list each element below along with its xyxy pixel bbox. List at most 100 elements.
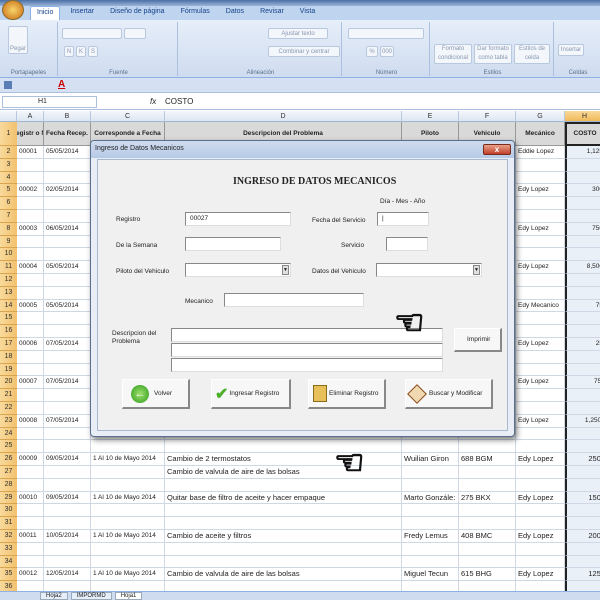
- cell-c-value[interactable]: 1 Al 10 de Mayo 2014: [91, 530, 165, 543]
- cell-g-value[interactable]: Edy Lopez: [516, 376, 565, 389]
- cell-h-value[interactable]: 750: [565, 223, 600, 236]
- cell[interactable]: [516, 286, 565, 300]
- cell-a-value[interactable]: 00002: [17, 184, 44, 197]
- tab-inicio[interactable]: Inicio: [30, 6, 61, 20]
- formula-input[interactable]: COSTO: [165, 97, 193, 106]
- tab-formulas[interactable]: Fórmulas: [175, 6, 216, 20]
- percent-button[interactable]: %: [366, 46, 378, 57]
- cell[interactable]: [565, 158, 600, 172]
- cell-b-value[interactable]: 06/05/2014: [44, 223, 91, 236]
- volver-button[interactable]: ← Volver: [122, 379, 190, 409]
- row-header[interactable]: 21: [0, 389, 17, 402]
- cell[interactable]: [44, 312, 91, 326]
- cell-c-value[interactable]: 1 Al 10 de Mayo 2014: [91, 492, 165, 505]
- cell-f-value[interactable]: 408 BMC: [459, 530, 516, 543]
- cell[interactable]: [565, 286, 600, 300]
- cell[interactable]: [17, 210, 44, 223]
- row-header[interactable]: 2: [0, 146, 17, 159]
- cell[interactable]: [402, 466, 459, 479]
- cell[interactable]: [17, 235, 44, 249]
- cell[interactable]: [516, 350, 565, 364]
- cell-g-value[interactable]: Edy Lopez: [516, 568, 565, 581]
- cell[interactable]: [516, 363, 565, 377]
- row-header[interactable]: 31: [0, 517, 17, 530]
- cell[interactable]: [402, 517, 459, 530]
- cell[interactable]: [516, 248, 565, 262]
- cell[interactable]: [165, 478, 402, 492]
- cell[interactable]: [17, 325, 44, 338]
- row-header[interactable]: 30: [0, 504, 17, 518]
- cell-f-value[interactable]: 688 BGM: [459, 453, 516, 466]
- column-header-a[interactable]: A: [17, 111, 44, 122]
- cell[interactable]: [459, 478, 516, 492]
- cell-a-value[interactable]: 00007: [17, 376, 44, 389]
- row-header[interactable]: 3: [0, 158, 17, 172]
- cell[interactable]: [565, 542, 600, 556]
- cell-e-value[interactable]: Marto Gonzále:: [402, 492, 459, 505]
- registro-input[interactable]: 00027: [185, 212, 291, 226]
- cell-a-value[interactable]: 00006: [17, 338, 44, 351]
- cell[interactable]: [459, 440, 516, 454]
- cell[interactable]: [459, 555, 516, 569]
- row-header[interactable]: 20: [0, 376, 17, 390]
- descripcion-line-3[interactable]: [171, 358, 443, 372]
- column-header-e[interactable]: E: [402, 111, 459, 122]
- column-header-d[interactable]: D: [165, 111, 402, 122]
- save-icon[interactable]: [4, 81, 12, 89]
- cell[interactable]: [565, 478, 600, 492]
- cell[interactable]: [565, 274, 600, 287]
- cell-b-value[interactable]: 05/05/2014: [44, 300, 91, 313]
- cell[interactable]: [44, 210, 91, 223]
- row-header[interactable]: 1: [0, 122, 17, 146]
- bold-button[interactable]: N: [64, 46, 74, 57]
- servicio-input[interactable]: [386, 237, 428, 251]
- cell[interactable]: [44, 235, 91, 249]
- eliminar-registro-button[interactable]: Eliminar Registro: [308, 379, 386, 409]
- cell[interactable]: [516, 555, 565, 569]
- close-button[interactable]: x: [483, 144, 511, 155]
- cell[interactable]: [17, 466, 44, 479]
- cell[interactable]: [17, 517, 44, 530]
- cell-a-value[interactable]: 00009: [17, 453, 44, 466]
- row-header[interactable]: 25: [0, 440, 17, 454]
- cell[interactable]: [91, 504, 165, 518]
- row-header[interactable]: 18: [0, 350, 17, 364]
- piloto-select[interactable]: ▼: [185, 263, 291, 277]
- cell-g-value[interactable]: Edy Lopez: [516, 453, 565, 466]
- cell-b-value[interactable]: 07/05/2014: [44, 415, 91, 428]
- cell[interactable]: [516, 210, 565, 223]
- row-header[interactable]: 32: [0, 530, 17, 543]
- cell[interactable]: [44, 197, 91, 210]
- cell[interactable]: [459, 504, 516, 518]
- imprimir-button[interactable]: Imprimir: [454, 328, 502, 352]
- cell[interactable]: [402, 504, 459, 518]
- row-header[interactable]: 26: [0, 453, 17, 466]
- cell[interactable]: [565, 325, 600, 338]
- cell-c-value[interactable]: 1 Al 10 de Mayo 2014: [91, 568, 165, 581]
- column-header-b[interactable]: B: [44, 111, 91, 122]
- header-cell-h[interactable]: COSTO: [565, 122, 600, 146]
- fx-icon[interactable]: fx: [150, 97, 156, 106]
- font-size-select[interactable]: [124, 28, 146, 39]
- cell[interactable]: [565, 312, 600, 326]
- row-header[interactable]: 19: [0, 363, 17, 377]
- cell[interactable]: [516, 312, 565, 326]
- cell[interactable]: [44, 286, 91, 300]
- office-button[interactable]: [2, 0, 24, 20]
- row-header[interactable]: 22: [0, 402, 17, 415]
- cell[interactable]: [17, 248, 44, 262]
- column-header-f[interactable]: F: [459, 111, 516, 122]
- cell[interactable]: [402, 478, 459, 492]
- cell-h-value[interactable]: 125.: [565, 568, 600, 581]
- cell[interactable]: [516, 235, 565, 249]
- cell-a-value[interactable]: 00008: [17, 415, 44, 428]
- cell-b-value[interactable]: 05/05/2014: [44, 146, 91, 159]
- cell[interactable]: [17, 427, 44, 441]
- cell[interactable]: [44, 274, 91, 287]
- cell[interactable]: [17, 555, 44, 569]
- cell[interactable]: [516, 171, 565, 185]
- cell-h-value[interactable]: 300: [565, 184, 600, 197]
- row-header[interactable]: 17: [0, 338, 17, 351]
- cell-a-value[interactable]: 00011: [17, 530, 44, 543]
- cell[interactable]: [516, 542, 565, 556]
